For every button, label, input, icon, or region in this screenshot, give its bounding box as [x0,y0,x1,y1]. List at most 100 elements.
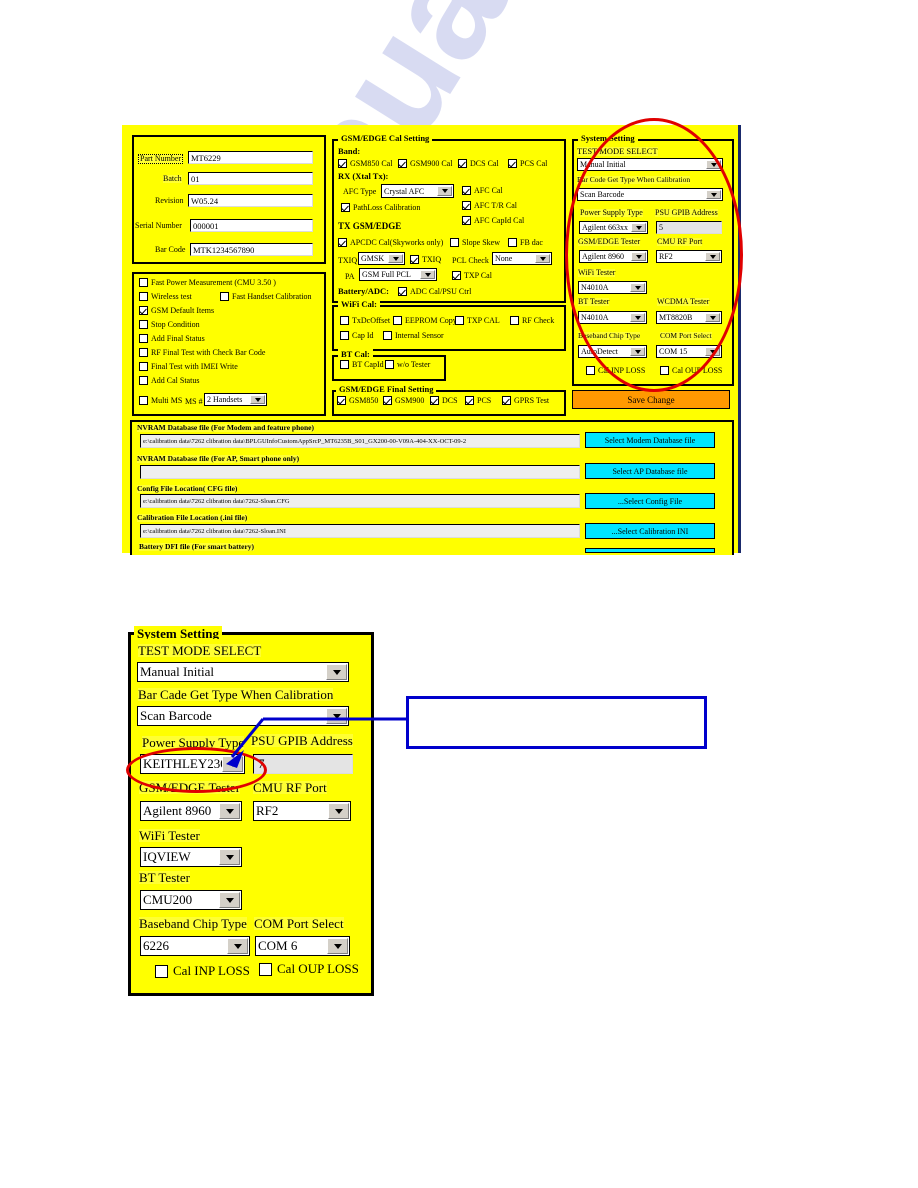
wcdma-tester-select-top[interactable]: MT8820B [656,311,722,324]
baseband-chip-type-select-top[interactable]: AutoDetect [578,345,647,358]
save-change-button[interactable]: Save Change [572,390,730,409]
chevron-down-icon[interactable] [328,803,349,819]
barcode-get-type-select-bottom[interactable]: Scan Barcode [137,706,349,726]
wifi-txp-cal-checkbox[interactable]: TXP CAL [455,316,500,325]
afc-capid-cal-checkbox[interactable]: AFC CapId Cal [462,216,524,225]
psu-gpib-address-input-bottom[interactable]: 7 [253,754,353,774]
chevron-down-icon[interactable] [630,283,645,292]
chevron-down-icon[interactable] [630,313,645,322]
slope-skew-checkbox[interactable]: Slope Skew [450,238,500,247]
bar-code-input[interactable]: MTK1234567890 [190,243,313,256]
option-final-test-imei-write[interactable]: Final Test with IMEI Write [139,362,238,371]
option-gsm-default-items[interactable]: GSM Default Items [139,306,214,315]
chevron-down-icon[interactable] [705,313,720,322]
final-gsm850-checkbox[interactable]: GSM850 [337,396,378,405]
bt-tester-select-bottom[interactable]: CMU200 [140,890,242,910]
final-pcs-checkbox[interactable]: PCS [465,396,491,405]
apcdc-cal-checkbox[interactable]: APCDC Cal(Skyworks only) [338,238,443,247]
select-modem-database-button[interactable]: Select Modem Database file [585,432,715,448]
chevron-down-icon[interactable] [630,347,645,356]
option-multi-ms[interactable]: Multi MS [139,396,182,405]
chevron-down-icon[interactable] [706,160,721,169]
test-mode-select-top[interactable]: Manual Initial [577,158,723,171]
cal-oup-loss-checkbox-bottom[interactable]: Cal OUP LOSS [259,961,359,977]
option-rf-final-test-check-barcode[interactable]: RF Final Test with Check Bar Code [139,348,265,357]
baseband-chip-type-select-bottom[interactable]: 6226 [140,936,250,956]
chevron-down-icon[interactable] [631,252,646,261]
pa-select[interactable]: GSM Full PCL [359,268,437,281]
cal-inp-loss-checkbox-bottom[interactable]: Cal INP LOSS [155,963,250,979]
bt-capid-checkbox[interactable]: BT CapId [340,360,384,369]
psu-gpib-address-input-top[interactable]: 5 [656,221,722,234]
txiq-checkbox[interactable]: TXIQ [410,255,441,264]
cmu-rf-port-select-bottom[interactable]: RF2 [253,801,351,821]
option-fast-power-measurement[interactable]: Fast Power Measurement (CMU 3.50 ) [139,278,276,287]
txiq-select[interactable]: GMSK [358,252,405,265]
afc-tr-cal-checkbox[interactable]: AFC T/R Cal [462,201,517,210]
chevron-down-icon[interactable] [219,892,240,908]
chevron-down-icon[interactable] [222,756,243,772]
afc-cal-checkbox[interactable]: AFC Cal [462,186,503,195]
cmu-rf-port-select-top[interactable]: RF2 [656,250,722,263]
chevron-down-icon[interactable] [631,223,646,232]
serial-number-input[interactable]: 000001 [190,219,313,232]
adc-cal-psu-ctrl-checkbox[interactable]: ADC Cal/PSU Ctrl [398,287,471,296]
wifi-internal-sensor-checkbox[interactable]: Internal Sensor [383,331,444,340]
wifi-txdcoffset-checkbox[interactable]: TxDcOffset [340,316,390,325]
power-supply-type-select-top[interactable]: Agilent 663xx [579,221,648,234]
final-gsm900-checkbox[interactable]: GSM900 [383,396,424,405]
batch-input[interactable]: 01 [188,172,313,185]
afc-type-select[interactable]: Crystal AFC [381,184,454,198]
option-wireless-test[interactable]: Wireless test [139,292,192,301]
gsm-edge-tester-select-top[interactable]: Agilent 8960 [579,250,648,263]
txp-cal-checkbox[interactable]: TXP Cal [452,271,492,280]
option-fast-handset-calibration[interactable]: Fast Handset Calibration [220,292,312,301]
nvram-modem-input[interactable]: e:\calibration data\7262 clibration data… [140,434,580,448]
cal-inp-loss-checkbox-top[interactable]: Cal INP LOSS [586,366,645,375]
chevron-down-icon[interactable] [326,664,347,680]
chevron-down-icon[interactable] [706,190,721,199]
config-file-input[interactable]: e:\calibration data\7262 clibration data… [140,494,580,508]
chevron-down-icon[interactable] [219,803,240,819]
band-gsm900-cal[interactable]: GSM900 Cal [398,159,452,168]
wifi-tester-select-bottom[interactable]: IQVIEW [140,847,242,867]
option-stop-condition[interactable]: Stop Condition [139,320,200,329]
calibration-ini-input[interactable]: e:\calibration data\7262 clibration data… [140,524,580,538]
select-config-file-button[interactable]: ...Select Config File [585,493,715,509]
wifi-cap-id-checkbox[interactable]: Cap Id [340,331,374,340]
pcl-check-select[interactable]: None [492,252,552,265]
com-port-select-bottom[interactable]: COM 6 [255,936,350,956]
band-pcs-cal[interactable]: PCS Cal [508,159,547,168]
chevron-down-icon[interactable] [250,395,265,404]
chevron-down-icon[interactable] [227,938,248,954]
bt-wo-tester-checkbox[interactable]: w/o Tester [385,360,430,369]
bt-tester-select-top[interactable]: N4010A [578,311,647,324]
select-ap-database-button[interactable]: Select AP Database file [585,463,715,479]
final-dcs-checkbox[interactable]: DCS [430,396,458,405]
barcode-get-type-select-top[interactable]: Scan Barcode [577,188,723,201]
com-port-select-top[interactable]: COM 15 [656,345,722,358]
gsm-edge-tester-select-bottom[interactable]: Agilent 8960 [140,801,242,821]
chevron-down-icon[interactable] [388,254,403,263]
cal-oup-loss-checkbox-top[interactable]: Cal OUP LOSS [660,366,722,375]
wifi-rf-check-checkbox[interactable]: RF Check [510,316,554,325]
select-calibration-ini-button[interactable]: ...Select Calibration INI [585,523,715,539]
ms-count-select[interactable]: 2 Handsets [204,393,267,406]
pathloss-calibration-checkbox[interactable]: PathLoss Calibration [341,203,420,212]
chevron-down-icon[interactable] [705,252,720,261]
part-number-input[interactable]: MT6229 [188,151,313,164]
revision-input[interactable]: W05.24 [188,194,313,207]
chevron-down-icon[interactable] [326,708,347,724]
chevron-down-icon[interactable] [535,254,550,263]
test-mode-select-bottom[interactable]: Manual Initial [137,662,349,682]
option-add-cal-status[interactable]: Add Cal Status [139,376,199,385]
chevron-down-icon[interactable] [705,347,720,356]
nvram-ap-input[interactable] [140,465,580,479]
chevron-down-icon[interactable] [327,938,348,954]
option-add-final-status[interactable]: Add Final Status [139,334,205,343]
band-dcs-cal[interactable]: DCS Cal [458,159,499,168]
chevron-down-icon[interactable] [437,186,452,196]
chevron-down-icon[interactable] [420,270,435,279]
fb-dac-checkbox[interactable]: FB dac [508,238,543,247]
select-battery-dfi-button[interactable] [585,548,715,553]
